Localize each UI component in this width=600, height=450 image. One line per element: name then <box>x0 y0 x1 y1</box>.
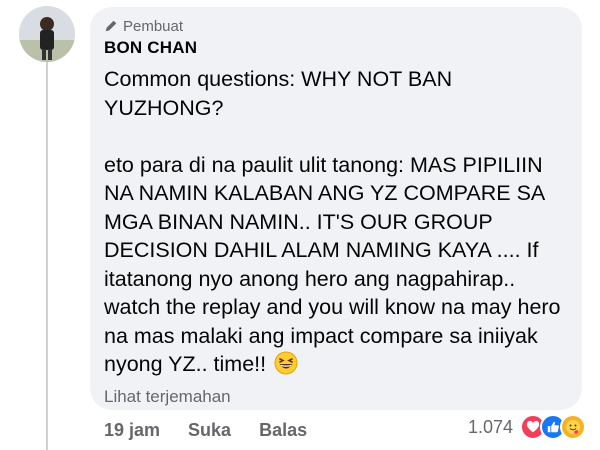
comment-text: Common questions: WHY NOT BAN YUZHONG? e… <box>104 65 572 383</box>
author-name[interactable]: BON CHAN <box>104 38 568 60</box>
comment-paragraph: eto para di na paulit ulit tanong: MAS P… <box>104 151 572 383</box>
author-badge: Pembuat <box>104 16 568 36</box>
timestamp[interactable]: 19 jam <box>104 420 160 441</box>
grinning-squinting-face-icon <box>274 351 298 383</box>
reactions-summary[interactable]: 1.074 <box>468 414 586 440</box>
like-button[interactable]: Suka <box>188 420 231 441</box>
avatar-image <box>19 6 75 62</box>
reply-button[interactable]: Balas <box>259 420 307 441</box>
see-translation-link[interactable]: Lihat terjemahan <box>104 387 568 407</box>
comment-actions: 19 jam Suka Balas <box>104 420 307 441</box>
comment-body: eto para di na paulit ulit tanong: MAS P… <box>104 152 561 377</box>
care-reaction-icon <box>560 414 586 440</box>
comment-paragraph: Common questions: WHY NOT BAN YUZHONG? <box>104 67 453 120</box>
reaction-count: 1.074 <box>467 416 513 437</box>
comment-bubble: Pembuat BON CHAN Common questions: WHY N… <box>90 7 582 410</box>
avatar[interactable] <box>19 6 75 62</box>
thread-line <box>46 62 48 450</box>
pencil-icon <box>105 20 117 32</box>
author-badge-label: Pembuat <box>123 17 184 35</box>
